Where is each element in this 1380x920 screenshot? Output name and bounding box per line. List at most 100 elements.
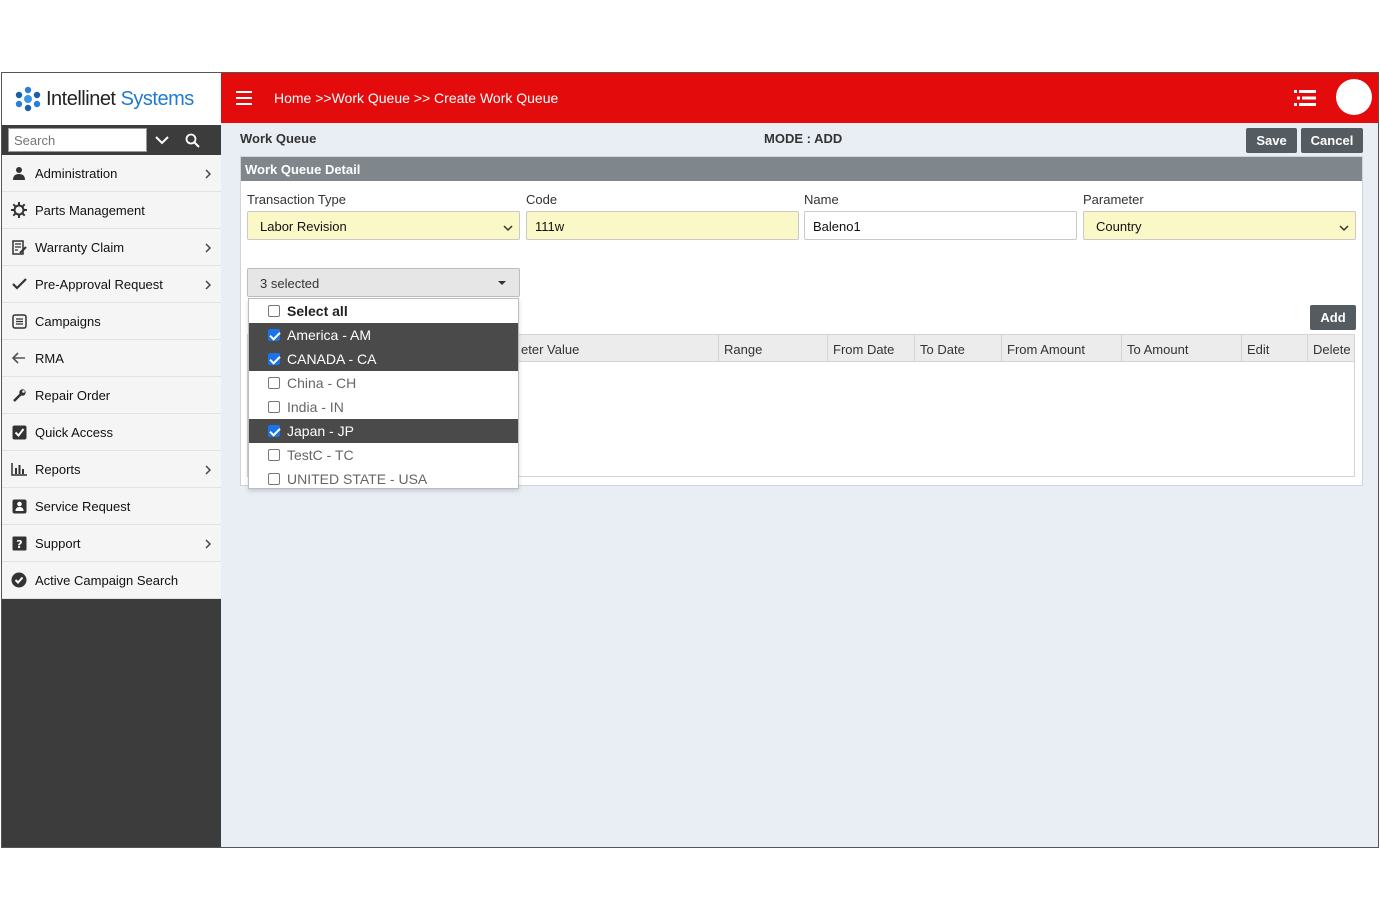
option-label: CANADA - CA	[287, 351, 377, 367]
option-canada[interactable]: CANADA - CA	[249, 347, 518, 371]
checkbox[interactable]	[268, 401, 280, 413]
column-header[interactable]: Range	[718, 335, 828, 362]
option-label: UNITED STATE - USA	[287, 471, 428, 487]
logo[interactable]: Intellinet Systems	[2, 73, 221, 125]
app-window: Intellinet Systems Administration Parts …	[1, 72, 1379, 848]
option-label: TestC - TC	[287, 447, 354, 463]
sidebar-item-reports[interactable]: Reports	[2, 451, 221, 488]
sidebar-item-quick-access[interactable]: Quick Access	[2, 414, 221, 451]
column-header[interactable]: Edit	[1241, 335, 1307, 362]
column-header[interactable]: eter Value	[516, 335, 718, 362]
add-button[interactable]: Add	[1310, 305, 1356, 330]
search-input[interactable]	[8, 128, 147, 152]
sidebar-item-label: Repair Order	[35, 387, 111, 403]
brand-name: Intellinet Systems	[46, 87, 194, 110]
transaction-type-select[interactable]: Labor Revision	[247, 211, 520, 240]
chevron-right-icon	[205, 167, 212, 182]
checkbox[interactable]	[268, 377, 280, 389]
top-header: Home >>Work Queue >> Create Work Queue	[221, 73, 1378, 123]
sidebar-item-label: Service Request	[35, 498, 131, 514]
sidebar-item-warranty-claim[interactable]: Warranty Claim	[2, 229, 221, 266]
transaction-type-label: Transaction Type	[247, 192, 346, 207]
option-label: India - IN	[287, 399, 344, 415]
list-menu-icon[interactable]	[1294, 90, 1316, 111]
caret-down-icon	[498, 281, 506, 285]
select-all-option[interactable]: Select all	[249, 299, 518, 323]
country-multiselect-dropdown: Select all America - AM CANADA - CA Chin…	[248, 298, 519, 489]
option-label: Japan - JP	[287, 423, 354, 439]
sidebar-item-label: Support	[35, 535, 81, 551]
transaction-type-value: Labor Revision	[260, 219, 347, 234]
parameter-label: Parameter	[1083, 192, 1144, 207]
save-button[interactable]: Save	[1246, 128, 1297, 153]
sidebar-item-rma[interactable]: RMA	[2, 340, 221, 377]
column-header[interactable]: To Date	[914, 335, 1002, 362]
checkbox[interactable]	[268, 473, 280, 485]
sidebar-item-label: Pre-Approval Request	[35, 276, 163, 292]
sidebar-item-active-campaign-search[interactable]: Active Campaign Search	[2, 562, 221, 599]
code-value: 111w	[535, 219, 565, 234]
breadcrumb[interactable]: Home >>Work Queue >> Create Work Queue	[274, 90, 558, 106]
checkbox-checked[interactable]	[268, 329, 280, 341]
column-header[interactable]: From Amount	[1001, 335, 1121, 362]
logo-icon	[15, 86, 41, 112]
name-value: Baleno1	[813, 219, 861, 234]
column-header[interactable]: To Amount	[1121, 335, 1241, 362]
multiselect-summary: 3 selected	[260, 276, 320, 291]
svg-text:?: ?	[16, 538, 22, 551]
sidebar-item-campaigns[interactable]: Campaigns	[2, 303, 221, 340]
option-label: America - AM	[287, 327, 372, 343]
hamburger-icon[interactable]	[236, 91, 252, 105]
panel-title: Work Queue Detail	[241, 157, 1362, 181]
parameter-select[interactable]: Country	[1083, 211, 1356, 240]
avatar[interactable]	[1336, 79, 1372, 115]
gear-icon	[10, 201, 28, 219]
option-united-state[interactable]: UNITED STATE - USA	[249, 467, 518, 488]
chevron-right-icon	[205, 463, 212, 478]
checkbox-checked[interactable]	[268, 353, 280, 365]
sidebar-menu: Administration Parts Management Warranty…	[2, 155, 221, 599]
search-bar	[2, 125, 221, 155]
sidebar-item-support[interactable]: ? Support	[2, 525, 221, 562]
column-header[interactable]: Delete	[1307, 335, 1356, 362]
cancel-button[interactable]: Cancel	[1301, 128, 1363, 153]
name-field[interactable]: Baleno1	[804, 211, 1077, 240]
chevron-down-icon[interactable]	[147, 128, 177, 152]
option-america[interactable]: America - AM	[249, 323, 518, 347]
chevron-right-icon	[205, 537, 212, 552]
sidebar-item-administration[interactable]: Administration	[2, 155, 221, 192]
check-circle-icon	[10, 571, 28, 589]
country-multiselect-toggle[interactable]: 3 selected	[247, 268, 520, 297]
sidebar-item-parts-management[interactable]: Parts Management	[2, 192, 221, 229]
option-india[interactable]: India - IN	[249, 395, 518, 419]
wrench-icon	[10, 386, 28, 404]
search-icon[interactable]	[177, 128, 207, 152]
main-content: Work Queue MODE : ADD Save Cancel Work Q…	[221, 123, 1378, 847]
option-label: Select all	[287, 303, 348, 319]
page-title: Work Queue	[240, 131, 317, 146]
arrow-left-icon	[10, 349, 28, 367]
code-label: Code	[526, 192, 558, 207]
check-icon	[10, 275, 28, 293]
option-china[interactable]: China - CH	[249, 371, 518, 395]
sidebar-item-label: Administration	[35, 165, 118, 181]
sidebar-item-service-request[interactable]: Service Request	[2, 488, 221, 525]
name-label: Name	[804, 192, 839, 207]
chevron-right-icon	[205, 278, 212, 293]
sidebar-item-pre-approval-request[interactable]: Pre-Approval Request	[2, 266, 221, 303]
question-icon: ?	[10, 534, 28, 552]
checkbox[interactable]	[268, 449, 280, 461]
edit-list-icon	[10, 238, 28, 256]
sidebar-item-label: Reports	[35, 461, 81, 477]
checkbox[interactable]	[268, 305, 280, 317]
checkbox-checked[interactable]	[268, 425, 280, 437]
option-testc[interactable]: TestC - TC	[249, 443, 518, 467]
user-icon	[10, 164, 28, 182]
parameter-value: Country	[1096, 219, 1142, 234]
sidebar-item-repair-order[interactable]: Repair Order	[2, 377, 221, 414]
code-field[interactable]: 111w	[526, 211, 799, 240]
person-box-icon	[10, 497, 28, 515]
column-header[interactable]: From Date	[827, 335, 915, 362]
option-japan[interactable]: Japan - JP	[249, 419, 518, 443]
chevron-right-icon	[205, 241, 212, 256]
